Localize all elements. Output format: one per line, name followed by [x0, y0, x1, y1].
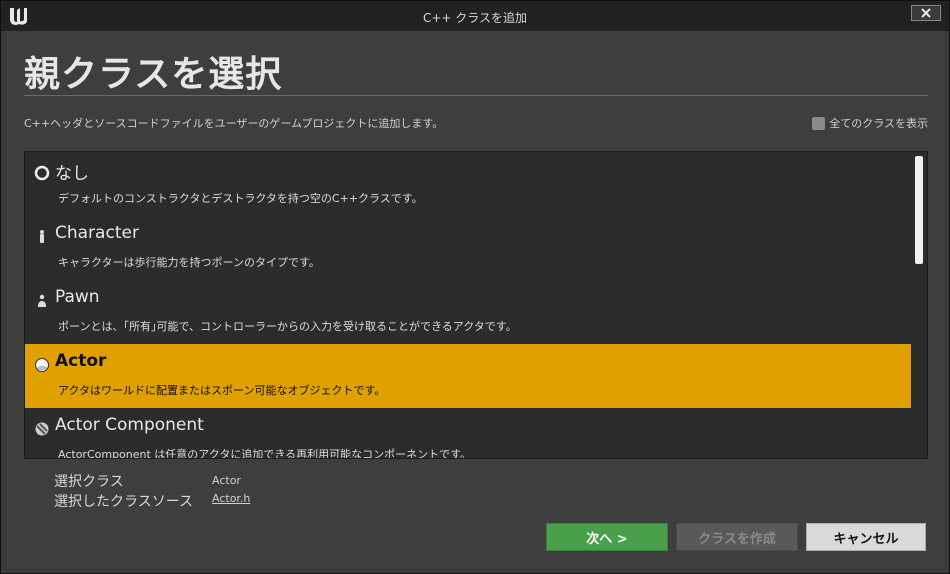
pawn-icon — [38, 294, 46, 307]
class-item-none[interactable]: なし デフォルトのコンストラクタとデストラクタを持つ空のC++クラスです。 — [25, 152, 911, 216]
class-item-desc: デフォルトのコンストラクタとデストラクタを持つ空のC++クラスです。 — [58, 192, 423, 205]
class-item-name: Character — [55, 223, 139, 243]
create-class-button[interactable]: クラスを作成 — [676, 523, 798, 551]
class-item-name: Actor Component — [55, 415, 204, 435]
title-bar[interactable]: C++ クラスを追加 — [1, 1, 949, 31]
close-button[interactable] — [911, 5, 941, 21]
show-all-label: 全てのクラスを表示 — [829, 117, 928, 130]
class-item-name: Pawn — [55, 287, 100, 307]
window-title: C++ クラスを追加 — [422, 11, 528, 25]
class-item-actor[interactable]: Actor アクタはワールドに配置またはスポーン可能なオブジェクトです。 — [25, 344, 911, 408]
heading-divider — [24, 95, 928, 96]
class-item-actor-component[interactable]: Actor Component ActorComponent は任意のアクタに追… — [25, 408, 911, 459]
class-item-desc: ActorComponent は任意のアクタに追加できる再利用可能なコンポーネン… — [58, 448, 471, 459]
actor-component-icon — [35, 422, 49, 436]
close-icon — [921, 8, 931, 18]
cancel-button[interactable]: キャンセル — [806, 523, 926, 551]
show-all-classes-toggle[interactable]: 全てのクラスを表示 — [812, 115, 928, 131]
page-description: C++ヘッダとソースコードファイルをユーザーのゲームプロジェクトに追加します。 — [24, 117, 444, 130]
scrollbar-thumb[interactable] — [915, 156, 923, 264]
character-icon — [40, 230, 44, 243]
class-list-scrollbar[interactable] — [915, 156, 923, 452]
class-source-link[interactable]: Actor.h — [212, 492, 250, 505]
class-item-desc: ポーンとは、｢所有｣可能で、コントローラーからの入力を受け取ることができるアクタ… — [58, 320, 517, 333]
class-item-pawn[interactable]: Pawn ポーンとは、｢所有｣可能で、コントローラーからの入力を受け取ることがで… — [25, 280, 911, 344]
actor-sphere-icon — [35, 358, 49, 372]
class-item-character[interactable]: Character キャラクターは歩行能力を持つポーンのタイプです。 — [25, 216, 911, 280]
class-item-desc: アクタはワールドに配置またはスポーン可能なオブジェクトです。 — [58, 384, 386, 397]
dialog-content: 親クラスを選択 C++ヘッダとソースコードファイルをユーザーのゲームプロジェクト… — [7, 31, 945, 569]
next-button[interactable]: 次へ > — [546, 523, 668, 551]
class-source-label: 選択したクラスソース — [54, 494, 194, 510]
class-item-desc: キャラクターは歩行能力を持つポーンのタイプです。 — [58, 256, 320, 269]
class-item-name: Actor — [55, 351, 107, 371]
circle-outline-icon — [34, 165, 50, 181]
class-list: なし デフォルトのコンストラクタとデストラクタを持つ空のC++クラスです。 Ch… — [24, 151, 928, 459]
add-cpp-class-dialog: C++ クラスを追加 親クラスを選択 C++ヘッダとソースコードファイルをユーザ… — [0, 0, 950, 574]
selected-class-label: 選択クラス — [54, 474, 124, 490]
show-all-checkbox[interactable] — [812, 116, 826, 130]
page-title: 親クラスを選択 — [24, 54, 283, 95]
class-item-name: なし — [55, 164, 89, 184]
selected-class-value: Actor — [212, 474, 241, 487]
